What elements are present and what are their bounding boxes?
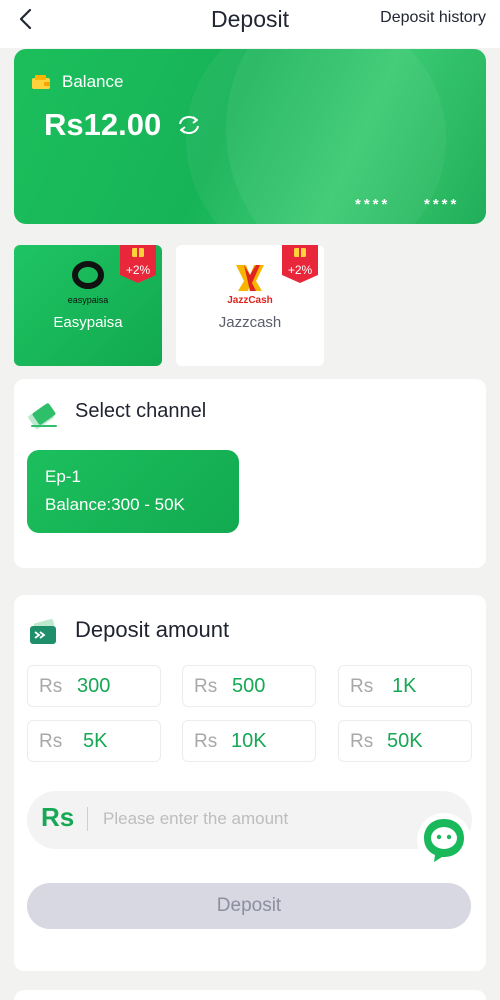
amount-option-50k[interactable]: Rs 50K — [338, 720, 472, 762]
amount-value: 10K — [231, 730, 267, 752]
amount-value: 300 — [77, 675, 111, 697]
currency-label: Rs — [350, 731, 374, 752]
deposit-history-link[interactable]: Deposit history — [380, 9, 486, 27]
balance-amount: Rs12.00 — [44, 107, 162, 142]
select-channel-card: Select channel Ep-1 Balance:300 - 50K — [14, 379, 486, 568]
masked-account-part-2: **** — [424, 196, 460, 213]
easypaisa-logo: easypaisa — [68, 261, 109, 305]
input-currency-label: Rs — [41, 802, 75, 832]
amount-value: 5K — [83, 730, 108, 752]
wallet-transfer-icon — [30, 618, 56, 644]
channel-option[interactable]: Ep-1 Balance:300 - 50K — [27, 450, 239, 533]
deposit-amount-title: Deposit amount — [75, 617, 230, 642]
jazzcash-logo: JazzCash — [227, 265, 273, 306]
header: Deposit Deposit history — [0, 0, 500, 48]
chat-support-icon — [417, 813, 471, 867]
amount-option-500[interactable]: Rs 500 — [182, 665, 316, 707]
balance-label: Balance — [62, 72, 124, 91]
bonus-text: +2% — [287, 263, 313, 277]
amount-option-300[interactable]: Rs 300 — [27, 665, 161, 707]
amount-value: 1K — [392, 675, 417, 697]
channel-name: Ep-1 — [45, 467, 81, 486]
back-arrow-icon — [19, 8, 32, 30]
input-divider — [87, 807, 88, 831]
svg-text:JazzCash: JazzCash — [227, 295, 273, 306]
method-jazzcash[interactable]: JazzCash +2% Jazzcash — [176, 245, 324, 366]
pencil-card-icon — [28, 403, 57, 429]
wallet-icon — [32, 75, 50, 89]
currency-label: Rs — [350, 676, 374, 697]
amount-value: 500 — [232, 675, 266, 697]
method-label: Easypaisa — [53, 314, 123, 331]
method-easypaisa[interactable]: easypaisa +2% Easypaisa — [14, 245, 162, 366]
amount-option-1k[interactable]: Rs 1K — [338, 665, 472, 707]
amount-input[interactable] — [103, 803, 403, 835]
currency-label: Rs — [194, 731, 218, 752]
bonus-badge: +2% — [120, 245, 156, 283]
currency-label: Rs — [39, 731, 63, 752]
amount-option-10k[interactable]: Rs 10K — [182, 720, 316, 762]
back-button[interactable] — [14, 6, 40, 32]
bonus-badge: +2% — [282, 245, 318, 283]
deposit-submit-button[interactable]: Deposit — [27, 883, 471, 929]
channel-range: Balance:300 - 50K — [45, 495, 185, 514]
masked-account-part-1: **** — [355, 196, 391, 213]
bottom-section-card — [14, 990, 486, 1000]
svg-text:easypaisa: easypaisa — [68, 295, 109, 305]
select-channel-title: Select channel — [75, 400, 207, 422]
amount-value: 50K — [387, 730, 423, 752]
amount-input-wrapper: Rs — [27, 791, 472, 849]
amount-option-5k[interactable]: Rs 5K — [27, 720, 161, 762]
currency-label: Rs — [194, 676, 218, 697]
support-chat-button[interactable] — [416, 812, 472, 868]
method-label: Jazzcash — [218, 314, 282, 331]
balance-card: Balance Rs12.00 **** **** — [14, 49, 486, 224]
refresh-icon[interactable] — [175, 113, 203, 137]
deposit-amount-card: Deposit amount Rs 300 Rs 500 Rs 1K Rs 5K… — [14, 595, 486, 971]
bonus-text: +2% — [125, 263, 151, 277]
currency-label: Rs — [39, 676, 63, 697]
